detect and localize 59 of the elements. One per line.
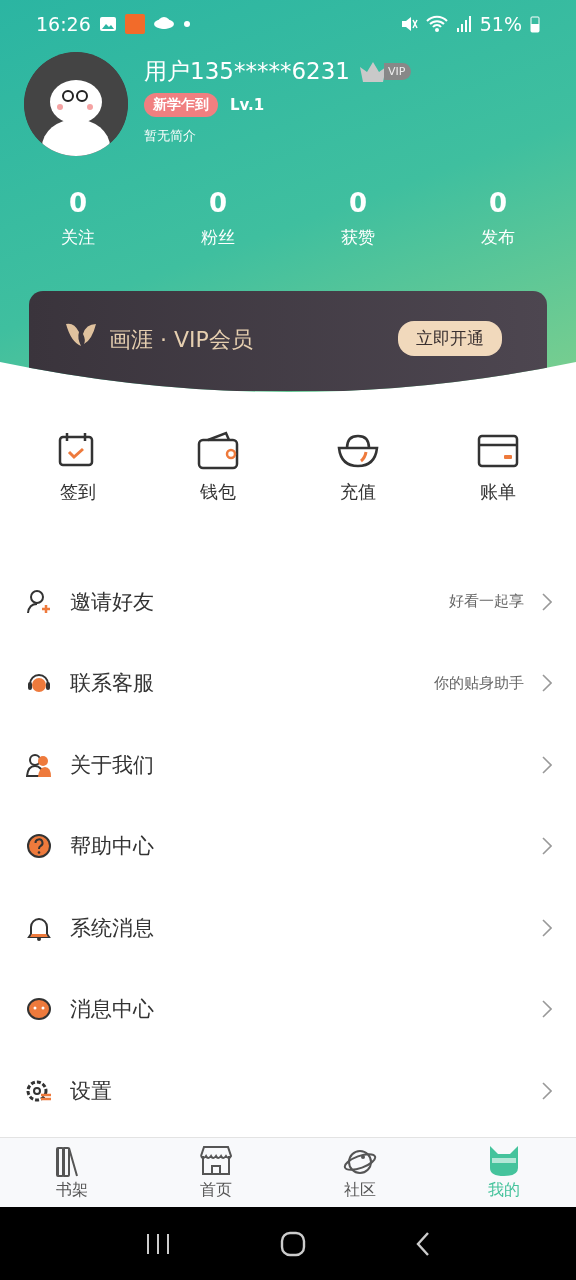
logo-icon [65,321,97,349]
menu-label: 帮助中心 [70,833,155,861]
quick-action[interactable]: 充值 [288,430,428,504]
person-add-icon [26,588,52,615]
battery-icon [530,15,540,33]
dot-icon [182,20,191,28]
quick-action[interactable]: 账单 [428,430,568,504]
question-icon [26,833,52,860]
menu-label: 联系客服 [70,670,155,698]
wifi-icon [425,15,448,33]
vip-title: 画涯 · VIP会员 [109,326,254,354]
vip-badge: VIP [357,60,412,83]
cat-face-icon [487,1144,521,1178]
menu-hint: 好看一起享 [449,592,524,612]
menu-row[interactable]: 帮助中心 [0,805,576,887]
clock: 16:26 [36,13,91,35]
bio-text: 暂无简介 [144,127,197,145]
menu-row[interactable]: 系统消息 [0,887,576,969]
signal-icon [455,16,472,32]
chevron-right-icon [542,674,552,693]
people-icon [26,751,52,778]
menu-label: 消息中心 [70,996,155,1024]
username: 用户135*****6231 [144,57,350,86]
avatar[interactable] [24,52,128,156]
image-icon [98,16,117,32]
menu-row[interactable]: 联系客服 你的贴身助手 [0,642,576,724]
menu-hint: 你的贴身助手 [434,673,524,693]
menu-row[interactable]: 关于我们 [0,724,576,806]
shop-icon [199,1144,233,1178]
menu-row[interactable]: 消息中心 [0,968,576,1050]
nav-tab[interactable]: 首页 [144,1138,288,1207]
quick-action[interactable]: 钱包 [148,430,288,504]
app-icon [124,14,145,34]
chevron-right-icon [542,837,552,856]
menu-label: 设置 [70,1077,113,1105]
menu-row[interactable]: 设置 [0,1050,576,1132]
menu-label: 关于我们 [70,751,155,779]
chevron-right-icon [542,592,552,611]
chevron-right-icon [542,1081,552,1100]
vip-card[interactable]: 画涯 · VIP会员 立即开通 [29,291,547,391]
open-vip-button[interactable]: 立即开通 [398,321,502,356]
menu-label: 邀请好友 [70,588,155,616]
nav-tab[interactable]: 社区 [288,1138,432,1207]
recent-apps-icon[interactable] [144,1231,171,1256]
battery-level: 51% [479,13,522,35]
chat-bubble-icon [26,996,52,1023]
home-icon[interactable] [280,1230,306,1257]
nav-tab[interactable]: 书架 [0,1138,144,1207]
quick-action[interactable]: 签到 [8,430,148,504]
wallet-icon [196,430,240,470]
chevron-right-icon [542,1000,552,1019]
level-tag: 新学乍到 [144,93,218,117]
back-icon[interactable] [415,1230,432,1257]
menu-label: 系统消息 [70,914,155,942]
menu-row[interactable]: 邀请好友 好看一起享 [0,561,576,643]
mute-icon [399,16,418,32]
level-text: Lv.1 [230,96,265,114]
chevron-right-icon [542,755,552,774]
chevron-right-icon [542,918,552,937]
